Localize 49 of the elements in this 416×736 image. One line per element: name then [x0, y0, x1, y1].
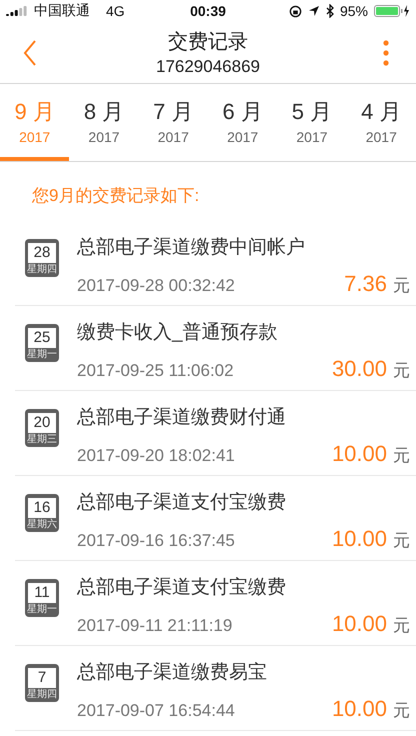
currency-unit: 元 — [393, 615, 410, 637]
network-type: 4G — [106, 3, 125, 19]
payment-amount: 30.00 — [332, 356, 387, 382]
payment-time: 2017-09-25 11:06:02 — [77, 361, 235, 381]
payment-time: 2017-09-28 00:32:42 — [77, 276, 236, 296]
calendar-icon: 25 星期一 — [25, 324, 59, 362]
payment-amount: 10.00 — [332, 526, 387, 552]
payment-amount: 10.00 — [332, 441, 387, 467]
battery-percent: 95% — [340, 3, 368, 19]
currency-unit: 元 — [393, 445, 410, 467]
payment-time: 2017-09-20 18:02:41 — [77, 446, 236, 466]
calendar-icon: 28 星期四 — [25, 239, 59, 277]
month-tab[interactable]: 5 月 2017 — [277, 84, 347, 161]
more-dots-icon — [383, 40, 389, 66]
location-icon — [308, 5, 320, 17]
back-chevron-icon — [23, 40, 37, 66]
summary-text: 您9月的交费记录如下: — [31, 185, 200, 207]
payment-source: 总部电子渠道缴费中间帐户 — [77, 236, 306, 260]
calendar-icon: 20 星期三 — [25, 409, 59, 447]
payment-time: 2017-09-11 21:11:19 — [77, 616, 234, 636]
calendar-icon: 11 星期一 — [25, 579, 59, 617]
signal-icon — [6, 6, 28, 16]
battery-charging-icon — [374, 4, 410, 18]
month-tab[interactable]: 6 月 2017 — [208, 84, 278, 161]
payment-source: 总部电子渠道支付宝缴费 — [77, 576, 287, 600]
payment-time: 2017-09-07 16:54:44 — [77, 701, 236, 721]
month-tab[interactable]: 4 月 2017 — [346, 84, 416, 161]
rotation-lock-icon — [288, 4, 302, 18]
payment-amount: 7.36 — [344, 271, 387, 297]
bluetooth-icon — [326, 4, 334, 18]
payment-source: 缴费卡收入_普通预存款 — [77, 320, 279, 345]
payment-amount: 10.00 — [332, 696, 387, 722]
payment-source: 总部电子渠道缴费财付通 — [77, 406, 287, 430]
payment-time: 2017-09-16 16:37:45 — [77, 531, 236, 551]
currency-unit: 元 — [393, 530, 410, 552]
currency-unit: 元 — [393, 700, 410, 722]
calendar-icon: 7 星期四 — [25, 664, 59, 702]
payment-amount: 10.00 — [332, 611, 387, 637]
currency-unit: 元 — [393, 360, 410, 382]
page-title: 交费记录 — [168, 30, 248, 55]
month-tab[interactable]: 7 月 2017 — [138, 84, 208, 161]
currency-unit: 元 — [393, 275, 410, 297]
phone-number: 17629046869 — [156, 57, 260, 77]
carrier-name: 中国联通 — [34, 2, 90, 20]
payment-source: 总部电子渠道支付宝缴费 — [77, 491, 287, 515]
payment-source: 总部电子渠道缴费易宝 — [77, 661, 268, 685]
clock-time: 00:39 — [190, 3, 226, 19]
calendar-icon: 16 星期六 — [25, 494, 59, 532]
month-tab[interactable]: 8 月 2017 — [69, 84, 139, 161]
